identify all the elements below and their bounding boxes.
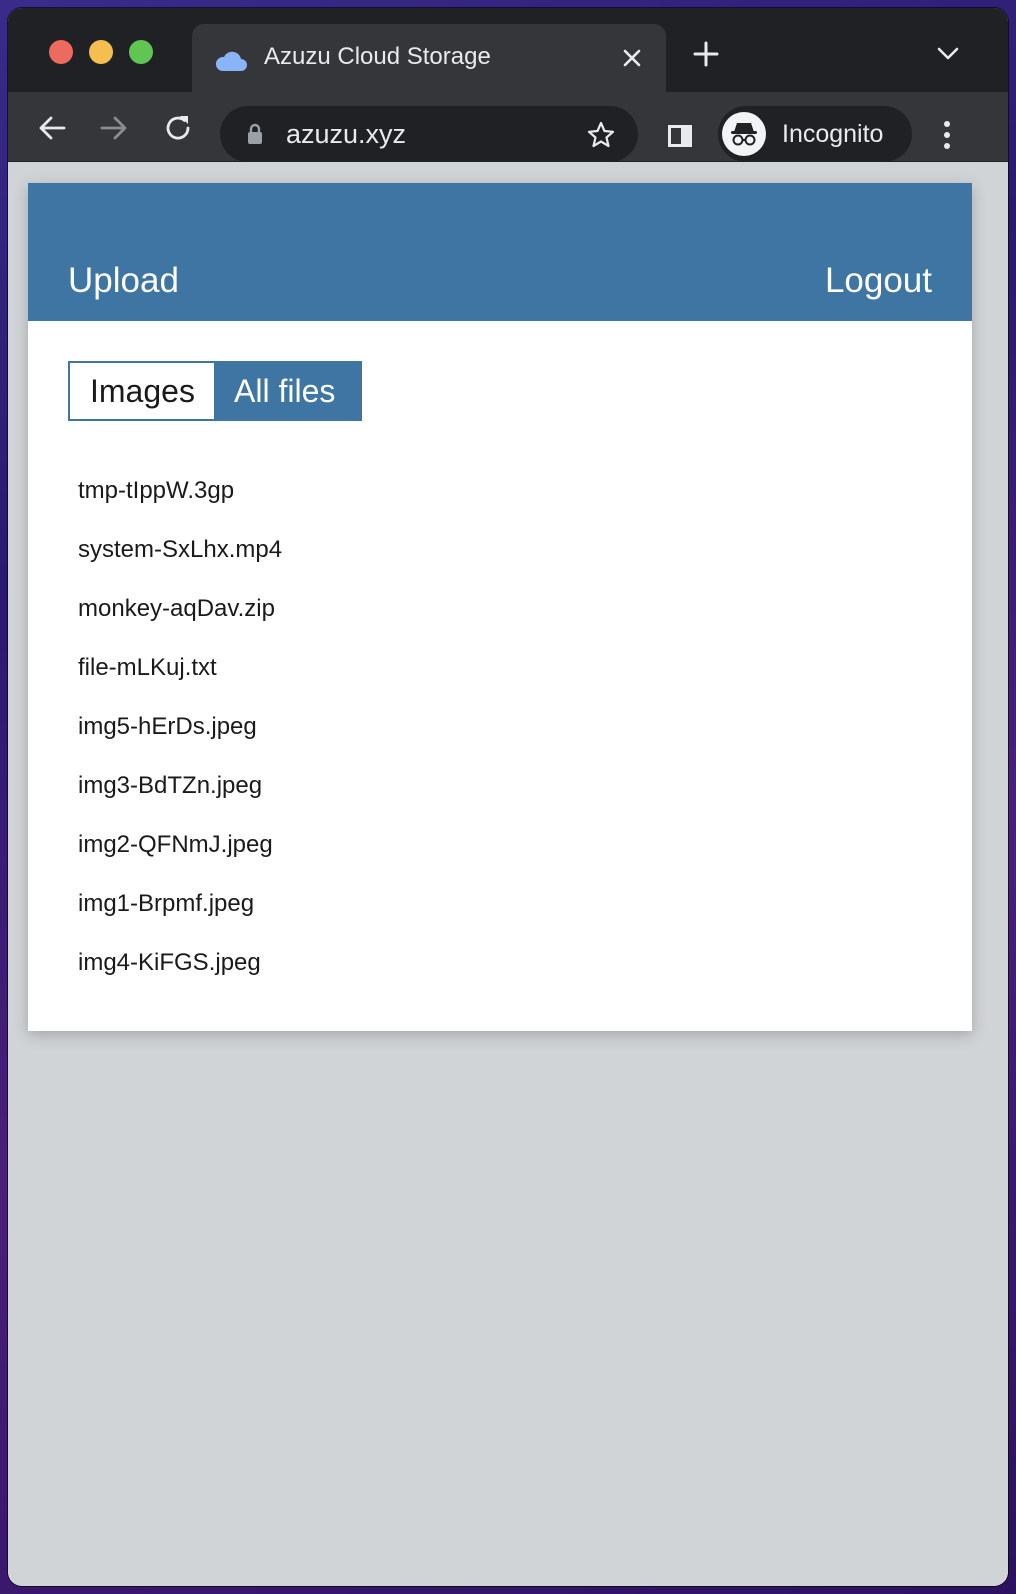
file-list: tmp-tIppW.3gp system-SxLhx.mp4 monkey-aq… bbox=[78, 473, 282, 1004]
app-card: Upload Logout Images All files tmp-tIppW… bbox=[28, 183, 972, 1031]
tab-azuzu[interactable]: Azuzu Cloud Storage bbox=[192, 24, 666, 94]
logout-link[interactable]: Logout bbox=[825, 261, 932, 301]
incognito-label: Incognito bbox=[782, 120, 884, 148]
incognito-avatar bbox=[722, 112, 766, 156]
cloud-icon bbox=[215, 51, 247, 71]
file-item[interactable]: tmp-tIppW.3gp bbox=[78, 473, 282, 532]
address-bar[interactable]: azuzu.xyz bbox=[220, 106, 638, 162]
all-files-filter-button[interactable]: All files bbox=[214, 363, 360, 419]
maximize-window-button[interactable] bbox=[129, 40, 153, 64]
forward-arrow-icon[interactable] bbox=[98, 112, 130, 144]
incognito-icon bbox=[731, 123, 757, 146]
file-item[interactable]: img3-BdTZn.jpeg bbox=[78, 768, 282, 827]
file-filter-toggle: Images All files bbox=[68, 361, 362, 421]
file-item[interactable]: img2-QFNmJ.jpeg bbox=[78, 827, 282, 886]
file-item[interactable]: img5-hErDs.jpeg bbox=[78, 709, 282, 768]
back-arrow-icon[interactable] bbox=[36, 112, 68, 144]
file-item[interactable]: file-mLKuj.txt bbox=[78, 650, 282, 709]
new-tab-icon[interactable] bbox=[692, 40, 720, 68]
browser-window: Azuzu Cloud Storage azuzu.xyz Incognito … bbox=[8, 8, 1008, 1586]
file-item[interactable]: monkey-aqDav.zip bbox=[78, 591, 282, 650]
close-window-button[interactable] bbox=[49, 40, 73, 64]
more-menu-icon[interactable] bbox=[944, 120, 950, 150]
app-header: Upload Logout bbox=[28, 183, 972, 321]
file-item[interactable]: system-SxLhx.mp4 bbox=[78, 532, 282, 591]
star-icon[interactable] bbox=[586, 120, 616, 150]
url-text[interactable]: azuzu.xyz bbox=[286, 119, 406, 150]
lock-icon[interactable] bbox=[246, 123, 264, 145]
incognito-profile-button[interactable]: Incognito bbox=[718, 106, 912, 162]
tab-strip: Azuzu Cloud Storage bbox=[8, 8, 1008, 94]
file-item[interactable]: img1-Brpmf.jpeg bbox=[78, 886, 282, 945]
images-filter-button[interactable]: Images bbox=[70, 363, 214, 419]
minimize-window-button[interactable] bbox=[89, 40, 113, 64]
page-viewport: Upload Logout Images All files tmp-tIppW… bbox=[8, 162, 1008, 1586]
side-panel-icon[interactable] bbox=[666, 122, 694, 150]
upload-link[interactable]: Upload bbox=[68, 261, 179, 301]
file-item[interactable]: img4-KiFGS.jpeg bbox=[78, 945, 282, 1004]
browser-toolbar: azuzu.xyz Incognito bbox=[8, 92, 1008, 162]
close-tab-icon[interactable] bbox=[620, 46, 644, 70]
tab-title: Azuzu Cloud Storage bbox=[264, 43, 491, 70]
reload-icon[interactable] bbox=[162, 112, 194, 144]
chevron-down-icon[interactable] bbox=[936, 46, 960, 62]
